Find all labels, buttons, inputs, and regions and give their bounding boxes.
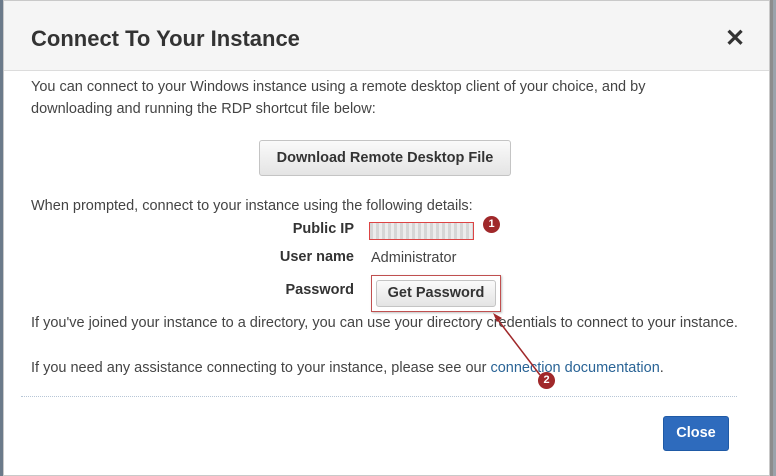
password-label: Password: [285, 282, 355, 298]
user-name-value: Administrator: [371, 250, 457, 266]
prompt-text: When prompted, connect to your instance …: [31, 198, 473, 214]
connection-documentation-link[interactable]: connection documentation: [490, 360, 659, 376]
public-ip-label: Public IP: [292, 221, 354, 237]
assistance-suffix: .: [659, 360, 664, 376]
close-icon[interactable]: ✕: [723, 27, 747, 51]
get-password-highlight: Get Password: [371, 275, 501, 312]
annotation-marker-2: 2: [538, 372, 555, 389]
close-button[interactable]: Close: [663, 416, 729, 451]
dialog-header: Connect To Your Instance ✕: [4, 1, 769, 71]
intro-text: You can connect to your Windows instance…: [31, 79, 646, 117]
get-password-button[interactable]: Get Password: [376, 280, 496, 307]
user-name-label: User name: [279, 249, 354, 265]
connect-dialog: Connect To Your Instance ✕ You can conne…: [3, 0, 770, 476]
assistance-text: If you need any assistance connecting to…: [31, 357, 664, 379]
public-ip-value-redacted: [369, 222, 474, 240]
directory-note: If you've joined your instance to a dire…: [31, 315, 738, 331]
dialog-title: Connect To Your Instance: [31, 26, 300, 51]
footer-divider: [21, 396, 737, 397]
annotation-marker-1: 1: [483, 216, 500, 233]
assistance-prefix: If you need any assistance connecting to…: [31, 360, 487, 376]
download-rdp-button[interactable]: Download Remote Desktop File: [259, 140, 511, 176]
